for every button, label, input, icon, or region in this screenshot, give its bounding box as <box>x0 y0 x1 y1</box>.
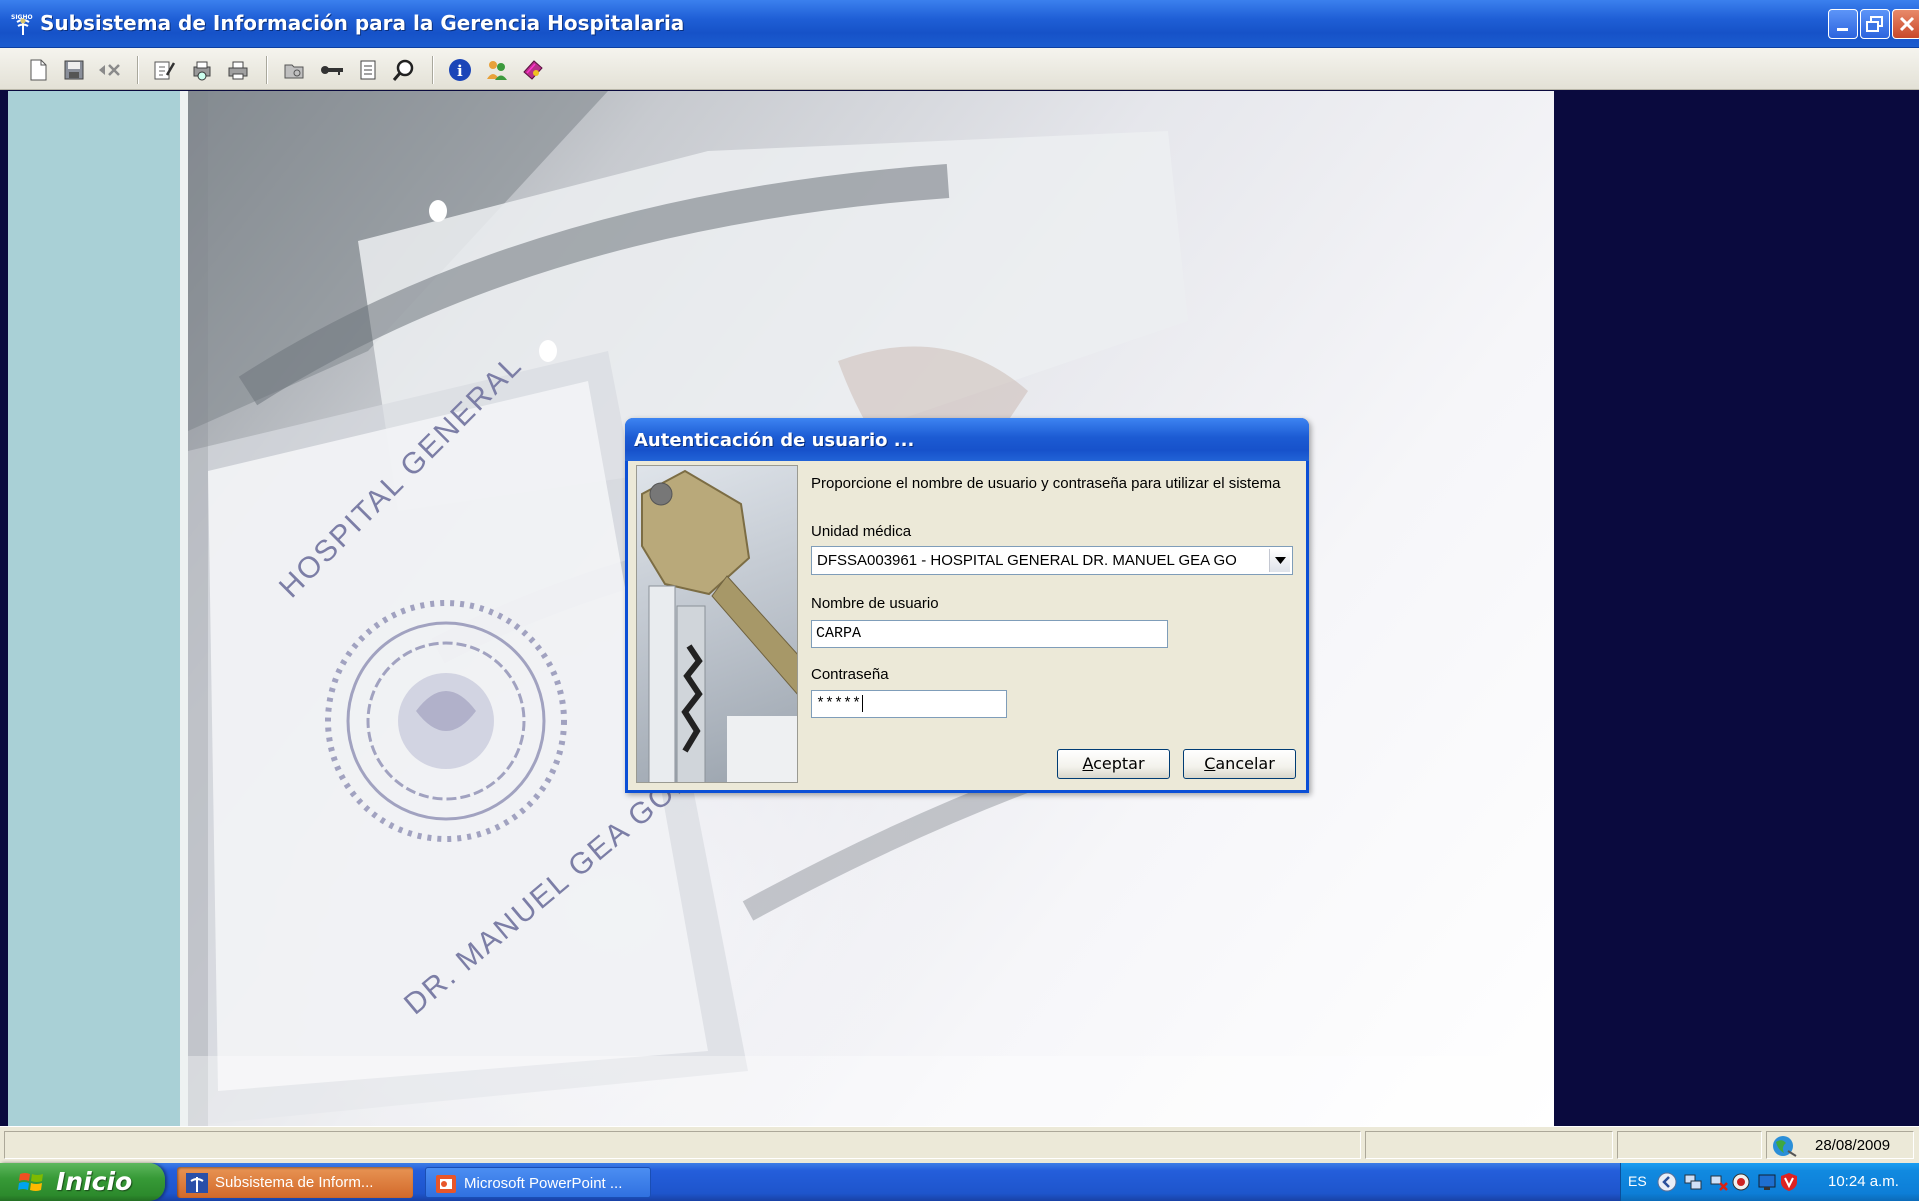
dialog-title[interactable]: Autenticación de usuario ... <box>625 418 1309 461</box>
unidad-dropdown-button[interactable] <box>1269 549 1290 572</box>
info-icon: i <box>449 59 471 81</box>
network-tray-icon[interactable] <box>1683 1172 1703 1192</box>
main-window: SIGHO Subsistema de Información para la … <box>0 0 1919 1201</box>
print-button[interactable] <box>226 58 250 82</box>
network-disconnected-tray-icon[interactable] <box>1709 1172 1729 1192</box>
document-button[interactable] <box>356 58 380 82</box>
start-label: Inicio <box>56 1167 133 1196</box>
panel-divider <box>180 91 188 1126</box>
chevron-down-icon <box>1274 557 1286 564</box>
clock[interactable]: 10:24 a.m. <box>1828 1173 1899 1190</box>
new-icon <box>30 59 47 81</box>
window-title: Subsistema de Información para la Gerenc… <box>40 11 685 35</box>
password-value: ***** <box>816 695 862 713</box>
minimize-button[interactable] <box>1828 9 1858 39</box>
password-label: Contraseña <box>811 666 889 683</box>
info-button[interactable]: i <box>448 58 472 82</box>
username-label: Nombre de usuario <box>811 595 939 612</box>
text-caret <box>862 695 864 712</box>
search-icon <box>392 59 414 81</box>
powerpoint-icon <box>436 1175 456 1193</box>
restore-button[interactable] <box>1860 9 1890 39</box>
system-tray: ES 10:24 a.m. <box>1620 1163 1919 1201</box>
network-globe-icon <box>1773 1136 1797 1157</box>
status-bar: 28/08/2009 <box>0 1126 1919 1163</box>
help-book-button[interactable] <box>521 58 545 82</box>
back-arrow-tray-icon[interactable] <box>1657 1172 1677 1192</box>
status-panel-3 <box>1617 1131 1762 1159</box>
cancelar-mnemonic: C <box>1204 754 1216 773</box>
print-icon <box>228 61 248 80</box>
language-indicator[interactable]: ES <box>1628 1173 1647 1189</box>
svg-text:i: i <box>457 62 463 80</box>
password-input[interactable]: ***** <box>811 690 1007 718</box>
dialog-prompt: Proporcione el nombre de usuario y contr… <box>811 475 1281 492</box>
taskbar-item-powerpoint[interactable]: Microsoft PowerPoint ... <box>425 1167 651 1198</box>
taskbar: Inicio Subsistema de Inform... Microsoft… <box>0 1163 1919 1201</box>
restore-icon <box>1866 16 1883 32</box>
username-input[interactable]: CARPA <box>811 620 1168 648</box>
taskbar-item-sigho[interactable]: Subsistema de Inform... <box>177 1167 413 1198</box>
aceptar-label: ceptar <box>1093 754 1145 773</box>
taskbar-item-label: Subsistema de Inform... <box>215 1174 374 1191</box>
save-button[interactable] <box>62 58 86 82</box>
right-dark-panel <box>1554 91 1919 1126</box>
key-icon <box>321 66 343 75</box>
print-preview-icon <box>193 61 211 81</box>
toolbar: i <box>0 48 1919 90</box>
security-tray-icon[interactable] <box>1731 1172 1751 1192</box>
key-button[interactable] <box>319 58 343 82</box>
save-icon <box>64 60 84 80</box>
aceptar-button[interactable]: Aceptar <box>1057 749 1170 779</box>
sigho-app-icon <box>186 1173 208 1193</box>
unidad-select[interactable]: DFSSA003961 - HOSPITAL GENERAL DR. MANUE… <box>811 546 1293 575</box>
edit-icon <box>154 61 175 80</box>
users-button[interactable] <box>485 58 509 82</box>
close-icon <box>1899 16 1915 32</box>
book-icon <box>523 60 543 80</box>
close-button[interactable] <box>1892 9 1919 39</box>
print-preview-button[interactable] <box>190 58 214 82</box>
keys-illustration <box>641 469 797 782</box>
toolbar-separator <box>266 56 267 84</box>
cancelar-label: ancelar <box>1215 754 1275 773</box>
status-date: 28/08/2009 <box>1815 1137 1891 1154</box>
toolbar-separator <box>432 56 433 84</box>
delete-button[interactable] <box>97 58 121 82</box>
login-dialog: Autenticación de usuario ... Proporcione… <box>625 418 1309 793</box>
app-logo-icon: SIGHO <box>11 14 33 35</box>
keys-image <box>636 465 798 783</box>
document-icon <box>360 60 376 80</box>
taskbar-item-label: Microsoft PowerPoint ... <box>464 1175 623 1192</box>
unidad-label: Unidad médica <box>811 523 912 540</box>
status-panel-main <box>4 1131 1361 1159</box>
status-panel-2 <box>1365 1131 1613 1159</box>
unidad-select-value: DFSSA003961 - HOSPITAL GENERAL DR. MANUE… <box>817 552 1237 569</box>
windows-logo-icon <box>18 1173 43 1191</box>
monitor-tray-icon[interactable] <box>1757 1172 1777 1192</box>
edit-button[interactable] <box>152 58 176 82</box>
title-bar[interactable]: SIGHO Subsistema de Información para la … <box>0 0 1919 48</box>
left-panel <box>8 91 180 1126</box>
open-button[interactable] <box>283 58 307 82</box>
toolbar-separator <box>137 56 138 84</box>
users-icon <box>487 61 507 80</box>
aceptar-mnemonic: A <box>1082 754 1094 773</box>
search-button[interactable] <box>392 58 416 82</box>
antivirus-shield-tray-icon[interactable] <box>1779 1172 1799 1192</box>
delete-icon <box>99 64 120 76</box>
cancelar-button[interactable]: Cancelar <box>1183 749 1296 779</box>
new-button[interactable] <box>26 58 50 82</box>
minimize-icon <box>1837 28 1848 31</box>
start-button[interactable]: Inicio <box>0 1163 165 1201</box>
open-folder-icon <box>284 64 304 79</box>
seal-text-top: HOSPITAL GENERAL <box>188 91 517 98</box>
